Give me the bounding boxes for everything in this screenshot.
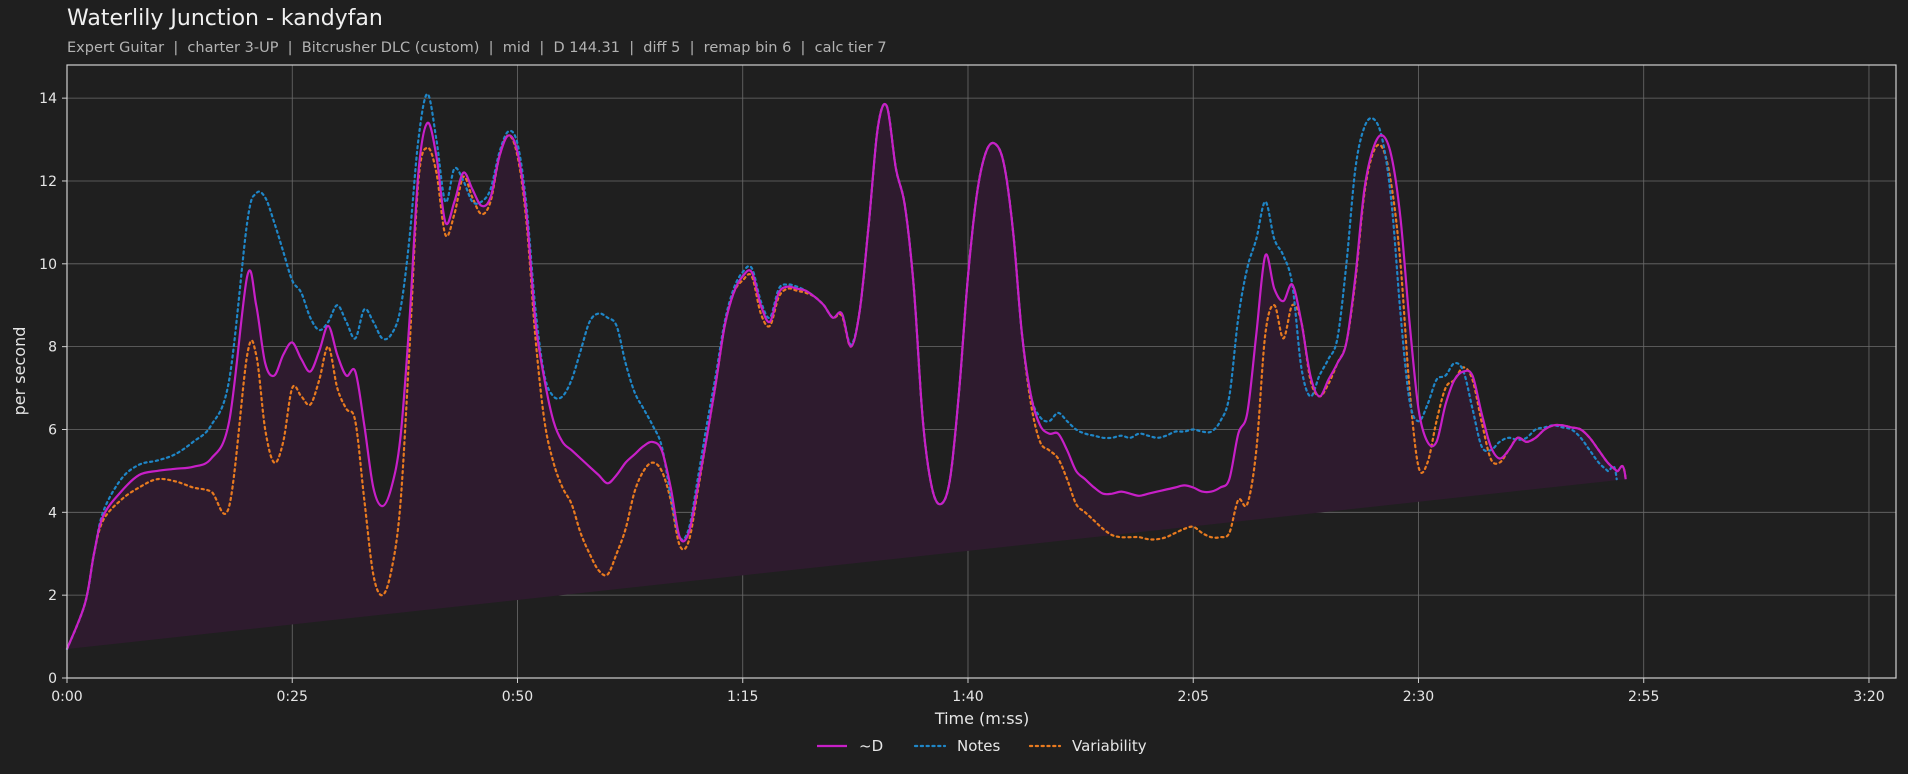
x-tick-label: 2:30: [1403, 689, 1434, 705]
legend-label-1: Notes: [957, 737, 1001, 755]
x-tick-label: 0:50: [502, 689, 533, 705]
y-tick-label: 6: [48, 422, 57, 438]
x-tick-label: 2:05: [1178, 689, 1209, 705]
y-tick-label: 2: [48, 588, 57, 604]
x-axis-label: Time (m:ss): [934, 709, 1029, 728]
y-tick-label: 10: [39, 257, 57, 273]
legend: ~D Notes Variability: [817, 737, 1147, 755]
y-tick-label: 14: [39, 91, 57, 107]
x-axis-ticks: 0:00 0:25 0:50 1:15 1:40 2:05 2:30 2:55 3:20: [51, 678, 1885, 705]
y-axis-ticks: 0 2 4 6 8 10 12 14: [39, 91, 67, 687]
legend-label-0: ~D: [859, 737, 883, 755]
chart-svg: 0:00 0:25 0:50 1:15 1:40 2:05 2:30 2:55 3:20 0 2 4…: [10, 64, 1897, 755]
legend-label-2: Variability: [1072, 737, 1147, 755]
x-tick-label: 3:20: [1853, 689, 1884, 705]
y-tick-label: 0: [48, 671, 57, 687]
x-tick-label: 1:40: [952, 689, 983, 705]
x-tick-label: 0:00: [51, 689, 82, 705]
x-tick-label: 1:15: [727, 689, 758, 705]
x-tick-label: 0:25: [277, 689, 308, 705]
x-tick-label: 2:55: [1628, 689, 1659, 705]
d-fill-area: [67, 103, 1626, 649]
y-axis-label: per second: [10, 327, 29, 416]
y-tick-label: 12: [39, 174, 57, 190]
y-tick-label: 8: [48, 340, 57, 356]
y-tick-label: 4: [48, 505, 57, 521]
